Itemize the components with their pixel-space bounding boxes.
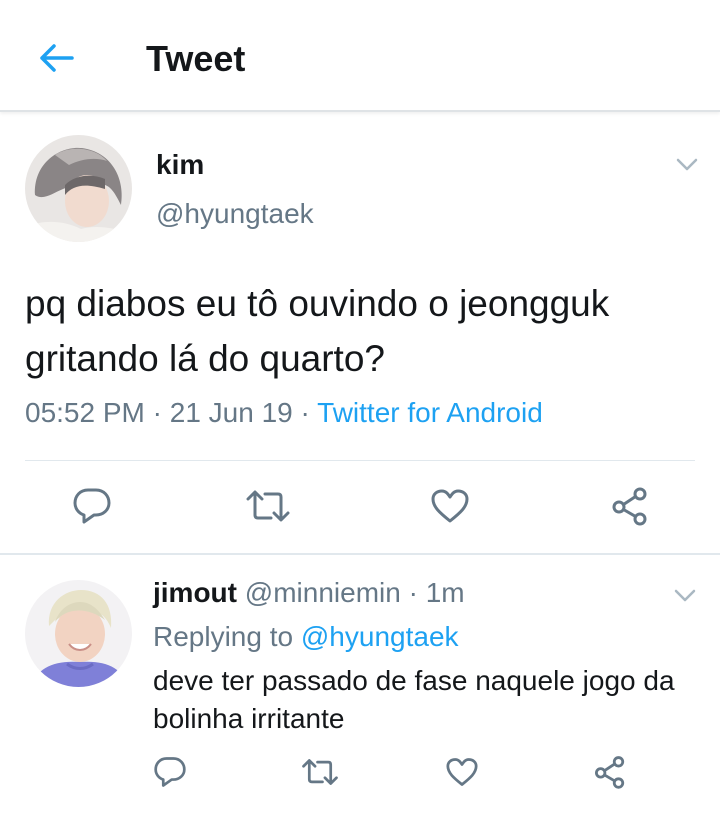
divider: [0, 553, 720, 555]
share-icon: [610, 486, 650, 526]
retweet-button[interactable]: [244, 486, 292, 526]
like-icon: [445, 757, 479, 787]
share-button[interactable]: [608, 484, 652, 528]
chevron-down-icon: [674, 589, 696, 603]
meta-separator: ·: [400, 577, 426, 608]
divider: [25, 460, 695, 461]
meta-separator: ·: [144, 397, 170, 428]
reply-menu-button[interactable]: [670, 583, 700, 609]
author-name[interactable]: kim: [156, 149, 204, 181]
author-handle[interactable]: @minniemin: [245, 577, 401, 608]
replying-to: Replying to @hyungtaek: [153, 621, 459, 653]
arrow-left-icon: [38, 43, 74, 73]
avatar[interactable]: [25, 135, 132, 242]
tweet-text: pq diabos eu tô ouvindo o jeongguk grita…: [25, 283, 610, 379]
tweet-metadata: 05:52 PM · 21 Jun 19 · Twitter for Andro…: [25, 397, 543, 429]
tweet-source-link[interactable]: Twitter for Android: [317, 397, 543, 428]
replying-to-handle[interactable]: @hyungtaek: [301, 621, 459, 652]
back-button[interactable]: [36, 38, 76, 78]
reply-text: deve ter passado de fase naquele jogo da…: [153, 665, 675, 734]
meta-separator: ·: [292, 397, 318, 428]
retweet-icon: [301, 758, 339, 786]
reply-button[interactable]: [70, 486, 114, 526]
tweet-menu-button[interactable]: [672, 152, 702, 178]
like-button[interactable]: [428, 486, 472, 526]
tweet-date: 21 Jun 19: [169, 397, 293, 428]
reply-icon: [72, 487, 112, 525]
retweet-button[interactable]: [298, 752, 342, 792]
chevron-down-icon: [676, 158, 698, 172]
author-name[interactable]: jimout: [153, 577, 237, 608]
reply-icon: [153, 756, 187, 788]
author-handle[interactable]: @hyungtaek: [156, 198, 314, 230]
page-title: Tweet: [146, 38, 246, 79]
retweet-icon: [245, 489, 291, 523]
avatar[interactable]: [25, 580, 132, 687]
reply-header: jimout @minniemin · 1m: [153, 577, 465, 609]
like-button[interactable]: [442, 752, 482, 792]
tweet-time: 05:52 PM: [25, 397, 145, 428]
replying-to-label: Replying to: [153, 621, 301, 652]
share-icon: [593, 755, 627, 789]
reply-time: 1m: [425, 577, 465, 608]
top-app-bar: Tweet: [0, 0, 720, 112]
reply-button[interactable]: [150, 752, 190, 792]
like-icon: [430, 488, 470, 524]
share-button[interactable]: [590, 750, 630, 794]
